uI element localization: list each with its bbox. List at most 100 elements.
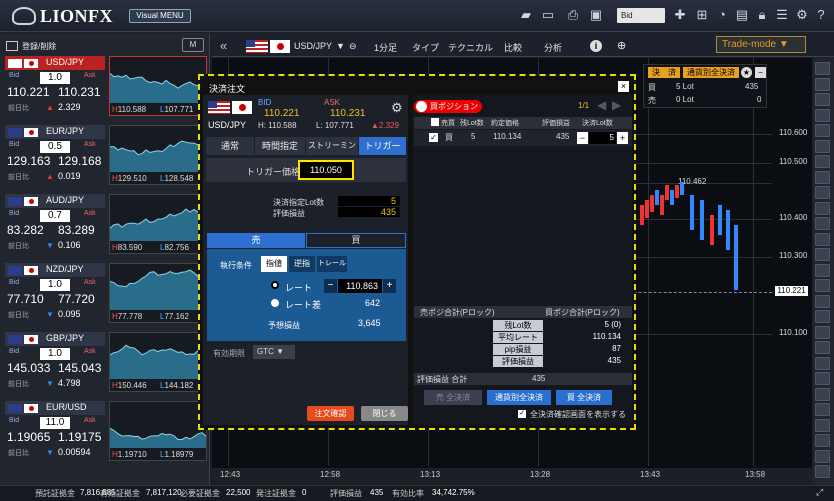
fit-icon[interactable] <box>815 263 830 277</box>
gear-icon[interactable]: ⚙ <box>794 7 810 23</box>
help-icon[interactable]: ? <box>813 7 829 23</box>
cursor-icon[interactable] <box>815 62 830 75</box>
sparkline-chart[interactable]: H150.446 L144.182 <box>109 332 207 392</box>
select-all-checkbox[interactable] <box>431 118 439 126</box>
ask-price-button[interactable]: 77.720 <box>58 292 95 306</box>
save-icon[interactable] <box>815 449 830 463</box>
buy-side-tab[interactable]: 買 <box>306 233 406 248</box>
export-icon[interactable]: ▭ <box>540 7 556 23</box>
expand-icon[interactable]: ⤢ <box>816 487 823 498</box>
bid-price-button[interactable]: 129.163 <box>7 154 50 168</box>
cross-icon[interactable]: ✚ <box>672 7 688 23</box>
lot-input[interactable]: 1.0 <box>40 348 70 360</box>
list-icon[interactable]: ☰ <box>774 7 790 23</box>
tab-time[interactable]: 時間指定 <box>255 137 305 155</box>
sell-side-tab[interactable]: 売 <box>207 233 305 248</box>
chart-type-menu[interactable]: タイプ <box>412 41 439 54</box>
lot-input[interactable]: 1.0 <box>40 279 70 291</box>
minimize-button[interactable]: M <box>182 38 204 52</box>
ruler-icon[interactable] <box>815 356 830 370</box>
sparkline-chart[interactable]: H1.19710 L1.18979 <box>109 401 207 461</box>
sparkline-chart[interactable]: H83.590 L82.756 <box>109 194 207 254</box>
order-confirm-button[interactable]: 注文確認 <box>307 406 354 421</box>
target-icon[interactable]: ⊕ <box>617 39 626 52</box>
tab-trigger[interactable]: トリガー <box>359 137 406 155</box>
ask-price-button[interactable]: 145.043 <box>58 361 101 375</box>
close-lot-minus-button[interactable]: − <box>577 132 588 144</box>
bid-price-button[interactable]: 77.710 <box>7 292 44 306</box>
minus-icon[interactable]: − <box>755 67 766 78</box>
pen-icon[interactable] <box>815 186 830 199</box>
expiry-select[interactable]: GTC ▼ <box>253 345 295 359</box>
crosshair-icon[interactable] <box>815 77 830 91</box>
shape-icon[interactable] <box>815 403 830 416</box>
sparkline-chart[interactable]: H129.510 L128.548 <box>109 125 207 185</box>
info-icon[interactable]: i <box>590 40 602 52</box>
text-icon[interactable] <box>815 170 830 184</box>
ask-price-button[interactable]: 1.19175 <box>58 430 101 444</box>
bid-price-button[interactable]: 110.221 <box>7 85 50 99</box>
channel-icon[interactable] <box>815 139 830 153</box>
ask-price-button[interactable]: 129.168 <box>58 154 101 168</box>
line-icon[interactable] <box>815 93 830 106</box>
lock-icon[interactable] <box>815 279 830 292</box>
compare-menu[interactable]: 比較 <box>504 41 522 54</box>
ask-price-button[interactable]: 110.231 <box>58 85 101 99</box>
pair-settle-all-button[interactable]: 通貨別全決済 <box>683 67 739 78</box>
next-page-icon[interactable]: ▶ <box>612 98 621 112</box>
rate-input[interactable]: 110.863 <box>338 279 382 293</box>
position-toggle[interactable]: 買ポジション <box>414 100 482 113</box>
folder-open-icon[interactable]: ▰ <box>518 7 534 23</box>
limit-option[interactable]: 指値 <box>261 256 287 272</box>
tab-streaming[interactable]: ストリーミング <box>306 137 358 168</box>
pair-all-settle-button[interactable]: 通貨別全決済 <box>487 390 551 405</box>
zoom-out-icon[interactable] <box>815 248 830 261</box>
window-icon[interactable]: ▤ <box>734 7 750 23</box>
buy-all-settle-button[interactable]: 買 全決済 <box>556 390 612 405</box>
arrow-icon[interactable] <box>815 372 830 385</box>
lot-input[interactable]: 0.5 <box>40 141 70 153</box>
zoom-in-icon[interactable] <box>815 232 830 246</box>
visual-menu-button[interactable]: Visual MENU <box>129 9 191 23</box>
stop-option[interactable]: 逆指 <box>289 256 315 272</box>
lock-icon[interactable]: 🔒︎ <box>754 7 770 23</box>
star-icon[interactable]: ★ <box>741 67 752 78</box>
close-icon[interactable]: × <box>618 81 629 92</box>
close-lot-plus-button[interactable]: + <box>617 132 628 144</box>
speed-order-icon[interactable]: ◔ <box>714 7 730 23</box>
rate-radio[interactable] <box>271 281 279 289</box>
sparkline-chart[interactable]: H110.588 L107.771 <box>109 56 207 116</box>
fib-icon[interactable] <box>815 155 830 168</box>
bid-price-button[interactable]: 1.19065 <box>7 430 50 444</box>
close-lot-input[interactable]: 5 <box>589 132 616 144</box>
bid-price-button[interactable]: 145.033 <box>7 361 50 375</box>
ask-price-button[interactable]: 83.289 <box>58 223 95 237</box>
settings-icon[interactable] <box>815 310 830 323</box>
chevron-down-icon[interactable]: ▼ <box>336 41 345 51</box>
register-icon[interactable] <box>6 41 18 51</box>
trash-icon[interactable] <box>815 294 830 308</box>
grid-icon[interactable] <box>815 217 830 230</box>
trigger-price-input[interactable]: 110.050 <box>298 160 354 180</box>
gear-icon[interactable]: ⚙ <box>391 100 403 116</box>
interval-select[interactable]: 1分足 <box>374 41 397 54</box>
sell-all-settle-button[interactable]: 売 全決済 <box>424 390 482 405</box>
sparkline-chart[interactable]: H77.778 L77.162 <box>109 263 207 323</box>
layout-icon[interactable]: ⊞ <box>694 7 710 23</box>
rate-diff-radio[interactable] <box>271 299 279 307</box>
rate-card[interactable]: GBP/JPY Bid 1.0 Ask 145.033 145.043 前日比 … <box>2 332 210 398</box>
lot-input[interactable]: 11.0 <box>40 417 70 429</box>
confirm-checkbox[interactable]: ✓ <box>518 410 526 418</box>
save-icon[interactable]: ▣ <box>588 7 604 23</box>
redo-icon[interactable] <box>815 434 830 447</box>
bid-price-button[interactable]: 83.282 <box>7 223 44 237</box>
eraser-icon[interactable] <box>815 201 830 215</box>
rate-card[interactable]: EUR/JPY Bid 0.5 Ask 129.163 129.168 前日比 … <box>2 125 210 191</box>
lot-input[interactable]: 1.0 <box>40 72 70 84</box>
vline-icon[interactable] <box>815 124 830 137</box>
rate-card[interactable]: NZD/JPY Bid 1.0 Ask 77.710 77.720 前日比 ▼ … <box>2 263 210 329</box>
technical-menu[interactable]: テクニカル <box>448 41 493 54</box>
marker-icon[interactable] <box>815 387 830 401</box>
undo-icon[interactable] <box>815 418 830 432</box>
layers-icon[interactable] <box>815 341 830 354</box>
